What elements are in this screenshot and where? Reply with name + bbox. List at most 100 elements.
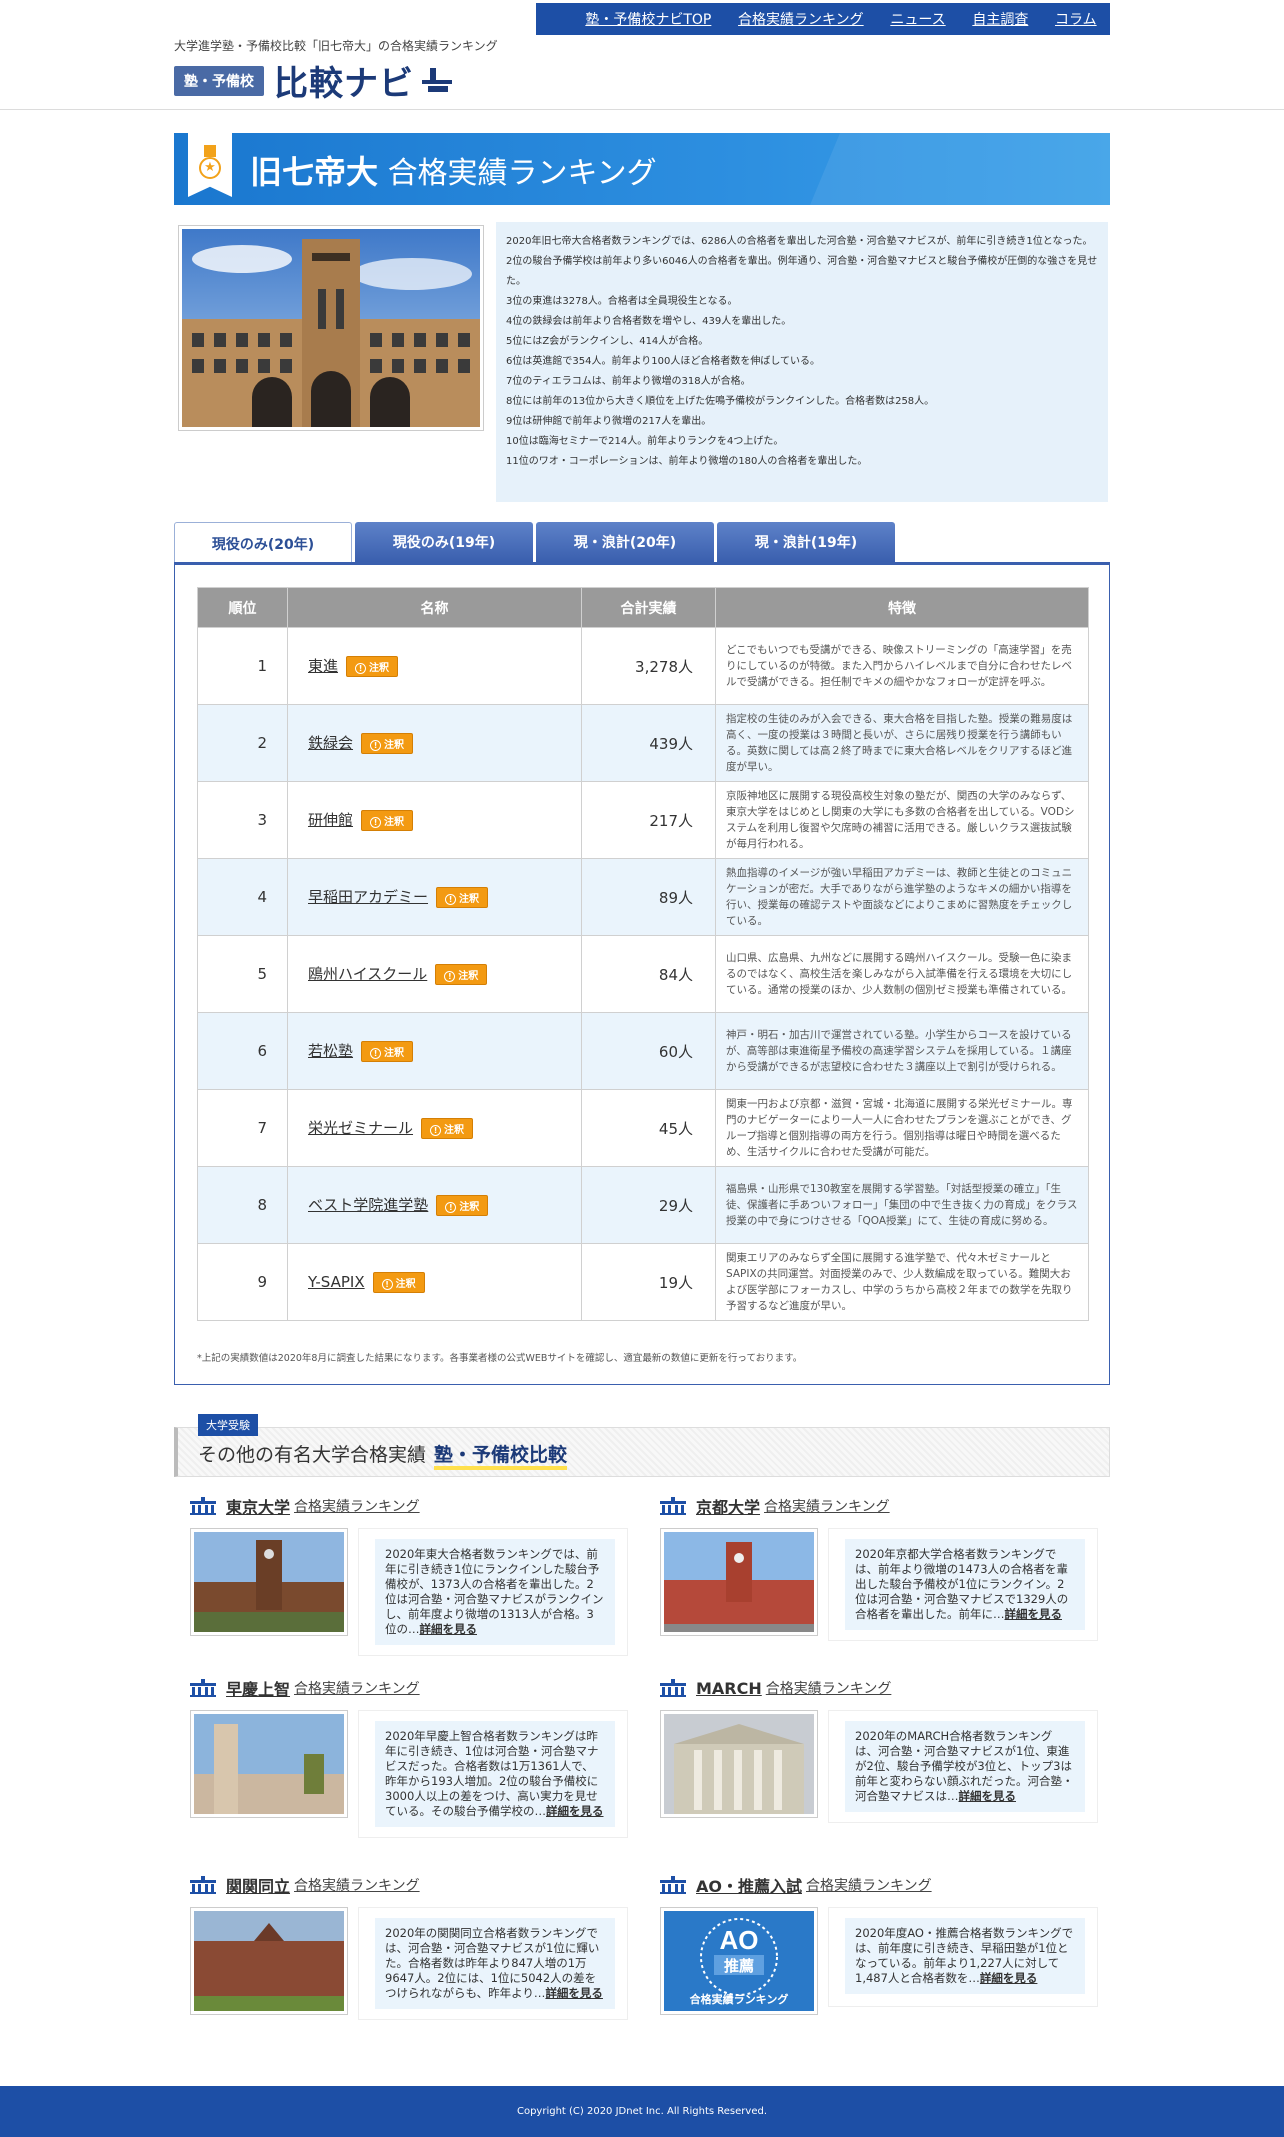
tab-current-19[interactable]: 現役のみ(19年) xyxy=(355,522,533,562)
tab-total-19[interactable]: 現・浪計(19年) xyxy=(717,522,895,562)
name-cell: 研伸館 ! 注釈 xyxy=(287,781,582,859)
info-icon: ! xyxy=(370,817,382,828)
intro-line: 8位には前年の13位から大きく順位を上げた佐鳴予備校がランクインした。合格者数は… xyxy=(506,396,935,407)
card-text: 2020年度AO・推薦合格者数ランキングでは、前年度に引き続き、早稲田塾が1位と… xyxy=(855,1926,1074,1985)
university-name: 関関同立 xyxy=(226,1877,291,1896)
total-cell: 3,278人 xyxy=(581,627,716,705)
intro-line: 4位の鉄緑会は前年より合格者数を増やし、439人を輩出した。 xyxy=(506,316,792,327)
note-button[interactable]: ! 注釈 xyxy=(346,656,399,677)
total-cell: 60人 xyxy=(581,1012,716,1090)
nav-top-link[interactable]: 塾・予備校ナビTOP xyxy=(585,9,711,29)
card-heading[interactable]: 早慶上智 合格実績ランキング xyxy=(190,1676,420,1700)
feature-cell: 熱血指導のイメージが強い早稲田アカデミーは、教師と生徒とのコミュニケーションが密… xyxy=(715,858,1089,936)
card-summary: 2020年東大合格者数ランキングでは、前年に引き続き1位にランクインした駿台予備… xyxy=(358,1528,628,1656)
school-link[interactable]: 研伸館 xyxy=(308,811,353,829)
school-link[interactable]: Y-SAPIX xyxy=(308,1273,365,1291)
ranking-link[interactable]: 合格実績ランキング xyxy=(294,1678,420,1698)
feature-cell: 福島県・山形県で130教室を展開する学習塾。「対話型授業の確立」「生徒、保護者に… xyxy=(715,1166,1089,1244)
ranking-link[interactable]: 合格実績ランキング xyxy=(294,1875,420,1895)
note-button[interactable]: ! 注釈 xyxy=(361,810,414,831)
feature-cell: どこでもいつでも受講ができる、映像ストリーミングの「高速学習」を売りにしているの… xyxy=(715,627,1089,705)
school-link[interactable]: 若松塾 xyxy=(308,1042,353,1060)
svg-text:AO: AO xyxy=(720,1925,759,1955)
ranking-table: 順位 名称 合計実績 特徴 1 東進 ! 注釈 3,278人 どこでもいつでも受講ができる… xyxy=(197,587,1089,1321)
intro-line: 10位は臨海セミナーで214人。前年よりランクを4つ上げた。 xyxy=(506,436,784,447)
name-cell: 若松塾 ! 注釈 xyxy=(287,1012,582,1090)
ranking-link[interactable]: 合格実績ランキング xyxy=(806,1875,932,1895)
note-button[interactable]: ! 注釈 xyxy=(436,1195,489,1216)
header-rank: 順位 xyxy=(197,587,288,628)
note-button[interactable]: ! 注釈 xyxy=(361,1041,414,1062)
university-card: AO・推薦入試 合格実績ランキング AO 推薦 合格実績ランキング 2020年度AO・推薦… xyxy=(660,1873,1120,2033)
details-link[interactable]: 詳細を見る xyxy=(959,1789,1017,1803)
name-cell: Y-SAPIX ! 注釈 xyxy=(287,1243,582,1321)
university-building-icon xyxy=(190,1497,216,1515)
ranking-link[interactable]: 合格実績ランキング xyxy=(764,1496,890,1516)
nav-survey-link[interactable]: 自主調査 xyxy=(972,9,1028,29)
info-icon: ! xyxy=(370,740,382,751)
details-link[interactable]: 詳細を見る xyxy=(546,1804,604,1818)
feature-cell: 指定校の生徒のみが入会できる、東大合格を目指した塾。授業の難易度は高く、一度の授… xyxy=(715,704,1089,782)
details-link[interactable]: 詳細を見る xyxy=(980,1971,1038,1985)
rank-cell: 3 xyxy=(197,781,288,859)
card-heading[interactable]: 京都大学 合格実績ランキング xyxy=(660,1494,890,1518)
logo-text: 比較ナビ xyxy=(274,64,414,104)
name-cell: 鴎州ハイスクール ! 注釈 xyxy=(287,935,582,1013)
ranking-link[interactable]: 合格実績ランキング xyxy=(294,1496,420,1516)
university-name: 京都大学 xyxy=(696,1498,761,1517)
intro-line: 6位は英進館で354人。前年より100人ほど合格者数を伸ばしている。 xyxy=(506,356,821,367)
university-photo: AO 推薦 合格実績ランキング xyxy=(660,1907,818,2015)
intro-line: 2020年旧七帝大合格者数ランキングでは、6286人の合格者を輩出した河合塾・河… xyxy=(506,236,1093,247)
info-icon: ! xyxy=(445,1202,457,1213)
school-link[interactable]: ベスト学院進学塾 xyxy=(308,1196,428,1214)
intro-line: 7位のティエラコムは、前年より微増の318人が合格。 xyxy=(506,376,751,387)
info-icon: ! xyxy=(444,971,456,982)
note-button[interactable]: ! 注釈 xyxy=(421,1118,474,1139)
rank-cell: 8 xyxy=(197,1166,288,1244)
feature-cell: 関東一円および京都・滋賀・宮城・北海道に展開する栄光ゼミナール。専門のナビゲータ… xyxy=(715,1089,1089,1167)
school-link[interactable]: 鴎州ハイスクール xyxy=(308,965,427,983)
university-photo xyxy=(660,1528,818,1636)
table-row: 4 早稲田アカデミー ! 注釈 89人 熱血指導のイメージが強い早稲田アカデミーは、教師と… xyxy=(197,858,1089,936)
feature-cell: 関東エリアのみならず全国に展開する進学塾で、代々木ゼミナールとSAPIXの共同運… xyxy=(715,1243,1089,1321)
ranking-flag: ★ xyxy=(188,133,232,197)
note-button[interactable]: ! 注釈 xyxy=(361,733,414,754)
school-link[interactable]: 栄光ゼミナール xyxy=(308,1119,413,1137)
card-summary: 2020年度AO・推薦合格者数ランキングでは、前年度に引き続き、早稲田塾が1位と… xyxy=(828,1907,1098,2007)
total-cell: 19人 xyxy=(581,1243,716,1321)
card-heading[interactable]: 関関同立 合格実績ランキング xyxy=(190,1873,420,1897)
card-heading[interactable]: 東京大学 合格実績ランキング xyxy=(190,1494,420,1518)
intro-line: 11位のワオ・コーポレーションは、前年より微増の180人の合格者を輩出した。 xyxy=(506,456,868,467)
note-button[interactable]: ! 注釈 xyxy=(372,1271,425,1293)
site-logo[interactable]: 塾・予備校 比較ナビ xyxy=(174,56,454,105)
nav-ranking-link[interactable]: 合格実績ランキング xyxy=(738,9,864,29)
info-icon: ! xyxy=(355,663,367,674)
university-card: 関関同立 合格実績ランキング 2020年の関関同立合格者数ランキングでは、河合塾・河… xyxy=(190,1873,650,2033)
note-button[interactable]: ! 注釈 xyxy=(435,964,488,985)
info-icon: ! xyxy=(370,1048,382,1059)
section-title: その他の有名大学合格実績 塾・予備校比較 xyxy=(198,1440,568,1470)
nav-column-link[interactable]: コラム xyxy=(1055,9,1097,29)
university-name: 東京大学 xyxy=(226,1498,291,1517)
details-link[interactable]: 詳細を見る xyxy=(1005,1607,1063,1621)
university-building-icon xyxy=(190,1679,216,1697)
details-link[interactable]: 詳細を見る xyxy=(545,1986,603,2000)
ranking-link[interactable]: 合格実績ランキング xyxy=(766,1678,892,1698)
school-link[interactable]: 早稲田アカデミー xyxy=(308,888,428,906)
table-row: 8 ベスト学院進学塾 ! 注釈 29人 福島県・山形県で130教室を展開する学習塾。「対話… xyxy=(197,1166,1089,1244)
school-link[interactable]: 東進 xyxy=(308,657,338,675)
feature-cell: 京阪神地区に展開する現役高校生対象の塾だが、関西の大学のみならず、東京大学をはじ… xyxy=(715,781,1089,859)
university-card: MARCH 合格実績ランキング 2020年のMARCH合格者数ランキングは、河合塾・… xyxy=(660,1676,1120,1836)
table-row: 9 Y-SAPIX ! 注釈 19人 関東エリアのみならず全国に展開する進学塾で、代々木ゼ… xyxy=(197,1243,1089,1321)
name-cell: 栄光ゼミナール ! 注釈 xyxy=(287,1089,582,1167)
tab-current-20[interactable]: 現役のみ(20年) xyxy=(174,522,352,564)
note-button[interactable]: ! 注釈 xyxy=(436,887,489,908)
table-row: 2 鉄緑会 ! 注釈 439人 指定校の生徒のみが入会できる、東大合格を目指した塾。授業の… xyxy=(197,704,1089,782)
nav-news-link[interactable]: ニュース xyxy=(890,9,945,29)
school-link[interactable]: 鉄緑会 xyxy=(308,734,353,752)
tab-total-20[interactable]: 現・浪計(20年) xyxy=(536,522,714,562)
details-link[interactable]: 詳細を見る xyxy=(420,1622,478,1636)
card-heading[interactable]: AO・推薦入試 合格実績ランキング xyxy=(660,1873,932,1897)
card-heading[interactable]: MARCH 合格実績ランキング xyxy=(660,1676,891,1700)
table-row: 3 研伸館 ! 注釈 217人 京阪神地区に展開する現役高校生対象の塾だが、関西の大学のみ… xyxy=(197,781,1089,859)
